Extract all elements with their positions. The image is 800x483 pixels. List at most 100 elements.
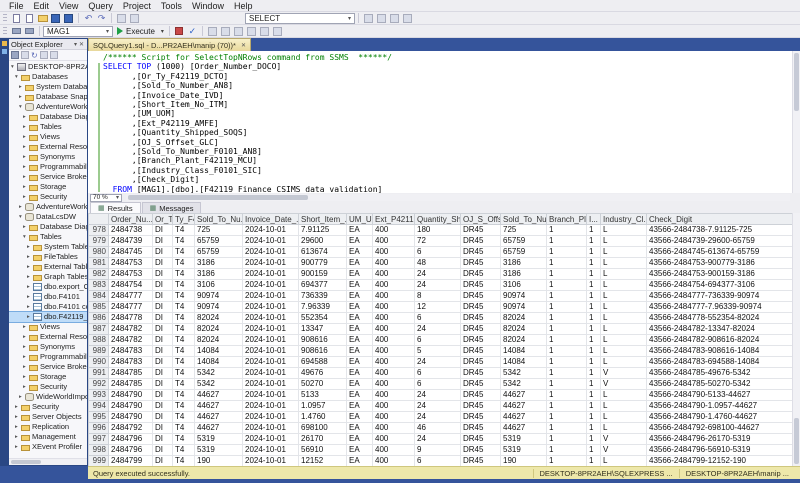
new-query-icon[interactable] [10,12,23,24]
row-header[interactable]: 983 [89,280,109,291]
grid-cell[interactable]: L [601,423,647,434]
grid-cell[interactable]: L [601,302,647,313]
grid-cell[interactable]: 2024-10-01 [243,302,299,313]
grid-cell[interactable]: L [601,401,647,412]
column-header[interactable]: Sold_To_Nu... [195,214,243,225]
grid-cell[interactable]: 1 [547,247,587,258]
grid-cell[interactable]: 2024-10-01 [243,291,299,302]
grid-cell[interactable]: 43566-2484792-698100-44627 [647,423,793,434]
grid-cell[interactable]: 44627 [195,401,243,412]
grid-cell[interactable]: 1 [587,434,601,445]
grid-cell[interactable]: 2024-10-01 [243,456,299,467]
column-header[interactable]: Check_Digit [647,214,793,225]
tree-item[interactable]: ▸Tables [9,122,87,132]
grid-cell[interactable]: DI [153,225,173,236]
column-header[interactable]: Sold_To_Nua... [501,214,547,225]
grid-cell[interactable]: 5133 [299,390,347,401]
grid-cell[interactable]: DR45 [461,225,501,236]
grid-cell[interactable]: 2024-10-01 [243,269,299,280]
grid-cell[interactable]: 2484790 [109,401,153,412]
grid-cell[interactable]: EA [347,401,373,412]
tree-item[interactable]: ▸Security [9,192,87,202]
grid-cell[interactable]: EA [347,313,373,324]
grid-cell[interactable]: 82024 [195,335,243,346]
grid-cell[interactable]: 1 [587,236,601,247]
grid-cell[interactable]: T4 [173,412,195,423]
grid-cell[interactable]: 90974 [501,291,547,302]
grid-cell[interactable]: T4 [173,434,195,445]
grid-cell[interactable]: 2024-10-01 [243,412,299,423]
grid-cell[interactable]: 2484796 [109,445,153,456]
grid-cell[interactable]: 725 [195,225,243,236]
grid-cell[interactable]: 5319 [195,434,243,445]
row-header[interactable]: 999 [89,456,109,467]
grid-cell[interactable]: 400 [373,456,415,467]
grid-cell[interactable]: 400 [373,291,415,302]
grid-cell[interactable]: T4 [173,269,195,280]
menu-item-edit[interactable]: Edit [29,1,55,11]
grid-cell[interactable]: DI [153,247,173,258]
connect-icon[interactable] [11,51,19,59]
menu-item-query[interactable]: Query [83,1,118,11]
docked-panel-icon[interactable] [2,41,7,46]
grid-cell[interactable]: 1 [547,379,587,390]
filter-icon[interactable] [40,51,48,59]
row-header[interactable]: 989 [89,346,109,357]
row-header[interactable]: 988 [89,335,109,346]
grid-cell[interactable]: T4 [173,225,195,236]
column-header[interactable]: Quantity_Sh... [415,214,461,225]
grid-cell[interactable]: 29600 [299,236,347,247]
grid-cell[interactable]: EA [347,357,373,368]
grid-cell[interactable]: 2484777 [109,302,153,313]
tree-item[interactable]: ▸Replication [9,422,87,432]
scrollbar-thumb[interactable] [794,418,799,464]
grid-cell[interactable]: 2484792 [109,423,153,434]
grid-cell[interactable]: 65759 [501,247,547,258]
grid-cell[interactable]: 12 [415,302,461,313]
grid-cell[interactable]: DR45 [461,390,501,401]
grid-cell[interactable]: 2024-10-01 [243,368,299,379]
search-combobox[interactable]: SELECT ▾ [245,13,355,24]
grid-cell[interactable]: 6 [415,335,461,346]
grid-cell[interactable]: 1 [547,357,587,368]
grid-cell[interactable]: 1.4760 [299,412,347,423]
tree-item[interactable]: ▸WideWorldImportersDW [9,392,87,402]
grid-cell[interactable]: 44627 [501,412,547,423]
close-tab-icon[interactable]: ✕ [241,42,246,49]
tree-item[interactable]: ▸Management [9,432,87,442]
grid-cell[interactable]: 5342 [195,368,243,379]
tree-item[interactable]: ▸dbo.F4101 container [9,302,87,312]
row-header[interactable]: 995 [89,412,109,423]
grid-cell[interactable]: DI [153,269,173,280]
grid-cell[interactable]: DI [153,335,173,346]
grid-cell[interactable]: L [601,225,647,236]
grid-cell[interactable]: DR45 [461,324,501,335]
grid-cell[interactable]: 1 [547,258,587,269]
grid-cell[interactable]: 3186 [501,269,547,280]
grid-cell[interactable]: 43566-2484739-29600-65759 [647,236,793,247]
tree-item[interactable]: ▸Security [9,382,87,392]
grid-cell[interactable]: DI [153,434,173,445]
grid-cell[interactable]: DR45 [461,280,501,291]
row-header[interactable]: 980 [89,247,109,258]
grid-cell[interactable]: 1 [547,302,587,313]
grid-cell[interactable]: 1 [547,423,587,434]
grid-cell[interactable]: 2024-10-01 [243,346,299,357]
grid-cell[interactable]: 2484753 [109,269,153,280]
grid-cell[interactable]: 1 [587,225,601,236]
grid-cell[interactable]: 2484754 [109,280,153,291]
grid-cell[interactable]: 44627 [501,390,547,401]
grid-cell[interactable]: 400 [373,357,415,368]
disconnect-icon[interactable] [21,51,29,59]
grid-cell[interactable]: 82024 [501,335,547,346]
parse-icon[interactable]: ✓ [186,25,199,37]
tree-item[interactable]: ▸Synonyms [9,152,87,162]
grid-cell[interactable]: 46 [415,423,461,434]
results-vscrollbar[interactable] [792,213,800,466]
grid-cell[interactable]: 26170 [299,434,347,445]
grid-cell[interactable]: 2024-10-01 [243,401,299,412]
grid-cell[interactable]: T4 [173,456,195,467]
grid-cell[interactable]: 1 [587,335,601,346]
open-file-icon[interactable] [36,12,49,24]
refresh-icon[interactable]: ↻ [31,51,38,60]
